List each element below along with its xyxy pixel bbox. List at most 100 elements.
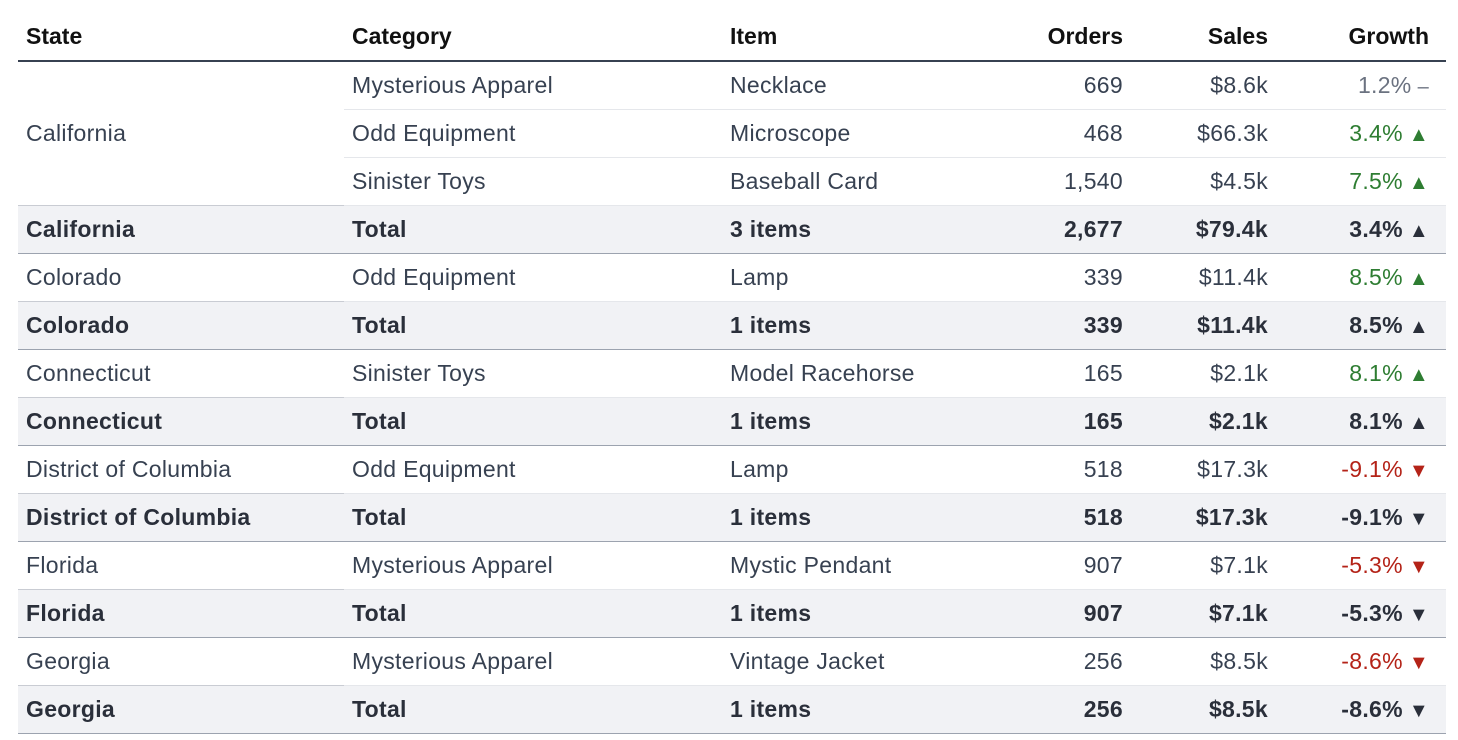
growth-cell: 3.4% ▲	[1285, 205, 1446, 254]
table-row[interactable]: Florida Mysterious Apparel Mystic Pendant 9…	[18, 541, 1446, 590]
sales-table-container: State Category Item Orders Sales Growth …	[18, 12, 1446, 734]
growth-cell: -9.1% ▼	[1285, 445, 1446, 494]
item-cell: Microscope	[722, 109, 998, 158]
total-row[interactable]: Florida Total 1 items 907 $7.1k -5.3% ▼	[18, 589, 1446, 638]
category-cell: Sinister Toys	[344, 157, 722, 206]
total-row[interactable]: District of Columbia Total 1 items 518 $17.3…	[18, 493, 1446, 542]
total-sales-cell: $2.1k	[1140, 397, 1285, 446]
table-row[interactable]: District of Columbia Odd Equipment Lamp 518…	[18, 445, 1446, 494]
header-item[interactable]: Item	[722, 12, 998, 62]
total-state-cell: Georgia	[18, 685, 344, 734]
header-category[interactable]: Category	[344, 12, 722, 62]
category-cell: Mysterious Apparel	[344, 541, 722, 590]
growth-value: -8.6%	[1341, 696, 1403, 722]
total-orders-cell: 907	[998, 589, 1140, 638]
growth-cell: 8.1% ▲	[1285, 349, 1446, 398]
total-sales-cell: $79.4k	[1140, 205, 1285, 254]
total-row[interactable]: Georgia Total 1 items 256 $8.5k -8.6% ▼	[18, 685, 1446, 734]
state-cell: Colorado	[26, 264, 122, 290]
growth-cell: 1.2% –	[1285, 61, 1446, 110]
sales-cell: $2.1k	[1140, 349, 1285, 398]
orders-cell: 468	[998, 109, 1140, 158]
sales-cell: $4.5k	[1140, 157, 1285, 206]
total-sales-cell: $7.1k	[1140, 589, 1285, 638]
category-cell: Sinister Toys	[344, 349, 722, 398]
trend-up-icon: ▲	[1408, 220, 1429, 242]
total-sales-cell: $8.5k	[1140, 685, 1285, 734]
header-growth[interactable]: Growth	[1285, 12, 1446, 62]
header-orders[interactable]: Orders	[998, 12, 1140, 62]
state-cell: Georgia	[26, 648, 110, 674]
total-category-cell: Total	[344, 205, 722, 254]
header-state[interactable]: State	[18, 12, 344, 62]
category-cell: Odd Equipment	[344, 445, 722, 494]
growth-value: -9.1%	[1341, 504, 1403, 530]
growth-cell: 8.5% ▲	[1285, 301, 1446, 350]
growth-cell: -9.1% ▼	[1285, 493, 1446, 542]
growth-value: 7.5%	[1349, 168, 1403, 194]
growth-value: 3.4%	[1349, 120, 1403, 146]
total-category-cell: Total	[344, 301, 722, 350]
growth-cell: 7.5% ▲	[1285, 157, 1446, 206]
total-item-cell: 1 items	[722, 493, 998, 542]
growth-cell: -8.6% ▼	[1285, 637, 1446, 686]
orders-cell: 339	[998, 253, 1140, 302]
trend-down-icon: ▼	[1408, 556, 1429, 578]
growth-value: -9.1%	[1341, 456, 1403, 482]
total-sales-cell: $11.4k	[1140, 301, 1285, 350]
category-cell: Mysterious Apparel	[344, 637, 722, 686]
total-item-cell: 1 items	[722, 589, 998, 638]
category-cell: Odd Equipment	[344, 109, 722, 158]
trend-up-icon: ▲	[1408, 364, 1429, 386]
total-state-cell: District of Columbia	[18, 493, 344, 542]
table-row[interactable]: Georgia Mysterious Apparel Vintage Jacket 2…	[18, 637, 1446, 686]
orders-cell: 165	[998, 349, 1140, 398]
growth-value: 8.5%	[1349, 312, 1403, 338]
trend-up-icon: ▲	[1408, 268, 1429, 290]
sales-cell: $66.3k	[1140, 109, 1285, 158]
growth-value: -5.3%	[1341, 552, 1403, 578]
growth-value: 3.4%	[1349, 216, 1403, 242]
category-cell: Odd Equipment	[344, 253, 722, 302]
total-state-cell: Connecticut	[18, 397, 344, 446]
orders-cell: 256	[998, 637, 1140, 686]
total-row[interactable]: Connecticut Total 1 items 165 $2.1k 8.1% ▲	[18, 397, 1446, 446]
sales-cell: $7.1k	[1140, 541, 1285, 590]
sales-cell: $8.5k	[1140, 637, 1285, 686]
growth-value: -5.3%	[1341, 600, 1403, 626]
trend-down-icon: ▼	[1408, 508, 1429, 530]
growth-value: 8.1%	[1349, 360, 1403, 386]
total-row[interactable]: Colorado Total 1 items 339 $11.4k 8.5% ▲	[18, 301, 1446, 350]
total-sales-cell: $17.3k	[1140, 493, 1285, 542]
total-item-cell: 1 items	[722, 301, 998, 350]
total-item-cell: 1 items	[722, 685, 998, 734]
header-row: State Category Item Orders Sales Growth	[18, 12, 1446, 62]
orders-cell: 669	[998, 61, 1140, 110]
trend-flat-icon: –	[1417, 76, 1429, 98]
total-orders-cell: 339	[998, 301, 1140, 350]
total-state-cell: Colorado	[18, 301, 344, 350]
growth-cell: -5.3% ▼	[1285, 541, 1446, 590]
total-orders-cell: 2,677	[998, 205, 1140, 254]
growth-cell: -8.6% ▼	[1285, 685, 1446, 734]
growth-value: -8.6%	[1341, 648, 1403, 674]
sales-cell: $8.6k	[1140, 61, 1285, 110]
category-cell: Mysterious Apparel	[344, 61, 722, 110]
total-state-cell: Florida	[18, 589, 344, 638]
item-cell: Lamp	[722, 445, 998, 494]
trend-down-icon: ▼	[1408, 460, 1429, 482]
table-row[interactable]: Connecticut Sinister Toys Model Racehorse 1…	[18, 349, 1446, 398]
table-row[interactable]: Colorado Odd Equipment Lamp 339 $11.4k 8.5% ▲	[18, 253, 1446, 302]
item-cell: Model Racehorse	[722, 349, 998, 398]
item-cell: Vintage Jacket	[722, 637, 998, 686]
total-orders-cell: 165	[998, 397, 1140, 446]
header-sales[interactable]: Sales	[1140, 12, 1285, 62]
table-row[interactable]: California Mysterious Apparel Necklace 669 $…	[18, 61, 1446, 146]
item-cell: Baseball Card	[722, 157, 998, 206]
total-row[interactable]: California Total 3 items 2,677 $79.4k 3.4% ▲	[18, 205, 1446, 254]
trend-up-icon: ▲	[1408, 316, 1429, 338]
total-category-cell: Total	[344, 493, 722, 542]
state-cell: California	[26, 120, 127, 146]
growth-cell: 3.4% ▲	[1285, 109, 1446, 158]
state-cell: Connecticut	[26, 360, 151, 386]
